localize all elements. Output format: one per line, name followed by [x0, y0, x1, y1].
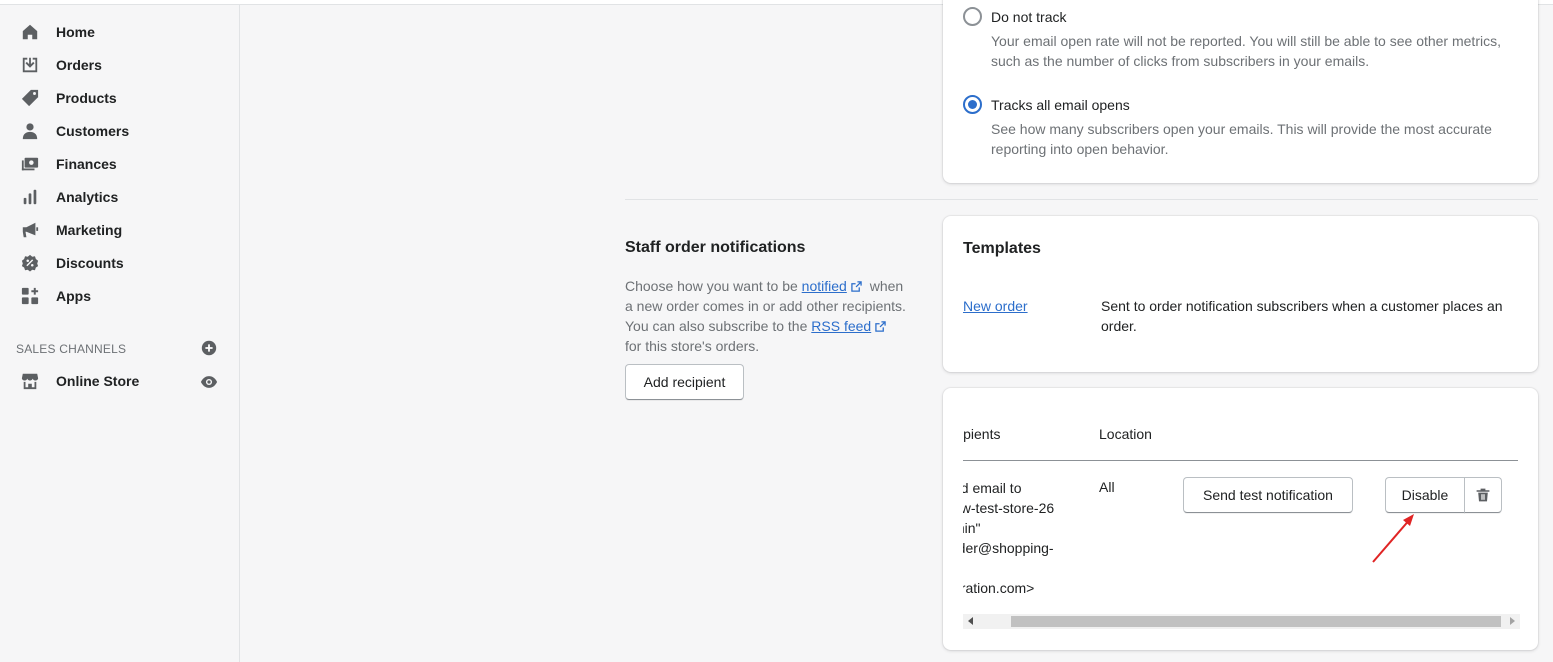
scroll-right-arrow[interactable] [1510, 617, 1515, 625]
scroll-left-arrow[interactable] [968, 617, 973, 625]
templates-card: Templates New order Sent to order notifi… [943, 216, 1538, 372]
track-all-option[interactable]: Tracks all email opens [963, 95, 1130, 114]
recipients-card: cipients nd email to ew-test-store-26 mi… [943, 388, 1538, 650]
track-all-label: Tracks all email opens [991, 96, 1130, 113]
track-all-help: See how many subscribers open your email… [991, 121, 1492, 157]
recipient-email: nd email to ew-test-store-26 min" rder@s… [963, 480, 1055, 596]
sidebar-item-analytics[interactable]: Analytics [0, 182, 239, 212]
sidebar-item-label: Marketing [56, 222, 123, 238]
table-header-rule [963, 460, 1518, 461]
do-not-track-option[interactable]: Do not track [963, 7, 1066, 26]
finances-icon [20, 154, 40, 174]
location-column-header: Location [1099, 426, 1152, 442]
sidebar-item-products[interactable]: Products [0, 83, 239, 113]
scroll-thumb[interactable] [1011, 616, 1501, 627]
external-link-icon [875, 321, 886, 332]
templates-title: Templates [963, 240, 1041, 257]
orders-icon [20, 55, 40, 75]
recipients-column-header: cipients [963, 426, 1001, 442]
do-not-track-help: Your email open rate will not be reporte… [991, 33, 1501, 69]
add-recipient-button[interactable]: Add recipient [625, 364, 744, 400]
section-divider [625, 199, 1538, 200]
add-sales-channel-icon[interactable] [200, 339, 218, 357]
sidebar-item-label: Online Store [56, 373, 140, 389]
staff-notifications-title: Staff order notifications [625, 239, 806, 256]
annotation-arrow [1372, 514, 1414, 563]
store-icon [20, 371, 40, 391]
horizontal-scrollbar[interactable] [963, 614, 1520, 629]
do-not-track-label: Do not track [991, 8, 1067, 25]
delete-recipient-button[interactable] [1464, 477, 1502, 513]
home-icon [20, 22, 40, 42]
sidebar-item-marketing[interactable]: Marketing [0, 215, 239, 245]
sales-channels-heading: SALES CHANNELS [16, 342, 127, 356]
megaphone-icon [20, 220, 40, 240]
sidebar-item-label: Apps [56, 288, 91, 304]
tag-icon [20, 88, 40, 108]
email-tracking-card: Do not track Your email open rate will n… [943, 0, 1538, 183]
eye-icon[interactable] [200, 373, 218, 391]
external-link-icon [851, 281, 862, 292]
sidebar-item-discounts[interactable]: Discounts [0, 248, 239, 278]
new-order-template-link[interactable]: New order [963, 298, 1028, 314]
sidebar-item-label: Customers [56, 123, 130, 139]
trash-icon [1476, 488, 1490, 502]
sidebar-item-label: Finances [56, 156, 117, 172]
staff-notifications-description: Choose how you want to be notified when … [625, 276, 910, 356]
send-test-notification-button[interactable]: Send test notification [1183, 477, 1353, 513]
sidebar-item-apps[interactable]: Apps [0, 281, 239, 311]
sidebar: Home Orders Products Customers Finances … [0, 5, 240, 662]
recipients-column-clip: cipients nd email to ew-test-store-26 mi… [963, 388, 1093, 618]
sidebar-item-label: Products [56, 90, 117, 106]
sidebar-item-label: Orders [56, 57, 102, 73]
sidebar-item-label: Discounts [56, 255, 124, 271]
notified-link[interactable]: notified [802, 278, 847, 294]
desc-part-1: Choose how you want to be [625, 278, 798, 294]
sidebar-item-customers[interactable]: Customers [0, 116, 239, 146]
track-all-radio[interactable] [963, 95, 982, 114]
do-not-track-radio[interactable] [963, 7, 982, 26]
recipient-location: All [1099, 479, 1115, 495]
sidebar-item-finances[interactable]: Finances [0, 149, 239, 179]
bar-chart-icon [20, 187, 40, 207]
sidebar-item-orders[interactable]: Orders [0, 50, 239, 80]
sidebar-item-home[interactable]: Home [0, 17, 239, 47]
new-order-template-description: Sent to order notification subscribers w… [1101, 298, 1503, 334]
apps-icon [20, 286, 40, 306]
sidebar-item-label: Analytics [56, 189, 119, 205]
sidebar-item-label: Home [56, 24, 95, 40]
desc-part-3: for this store's orders. [625, 338, 760, 354]
person-icon [20, 121, 40, 141]
discount-icon [20, 253, 40, 273]
rss-feed-link[interactable]: RSS feed [811, 318, 871, 334]
